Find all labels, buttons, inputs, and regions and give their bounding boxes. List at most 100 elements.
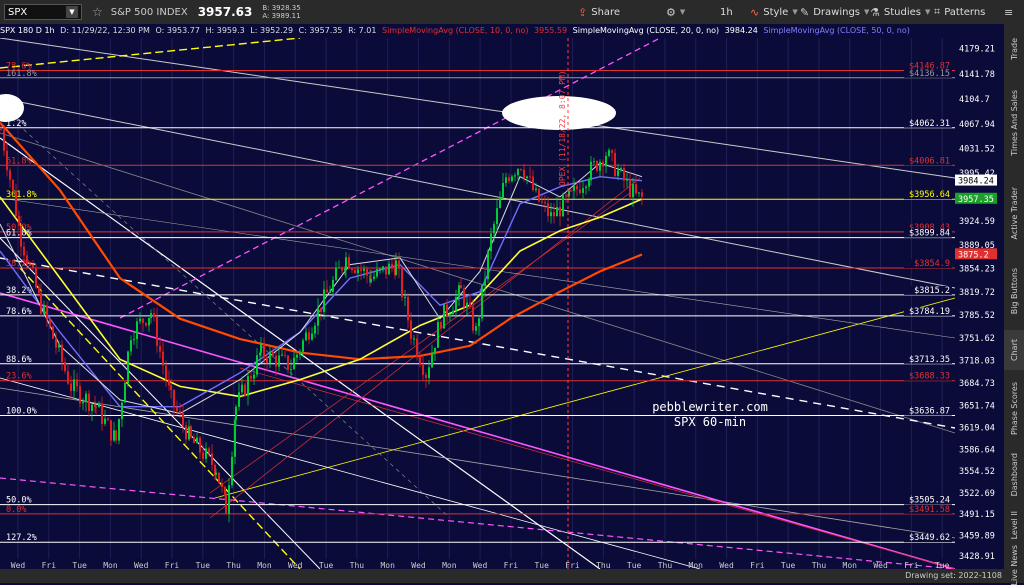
gear-button[interactable]: ⚙ ▼ (666, 6, 685, 19)
sma10-label[interactable]: SimpleMovingAvg (CLOSE, 10, 0, no) (382, 26, 529, 35)
level-value-label: $4136.15 (909, 69, 950, 79)
candle-body (162, 351, 164, 366)
chart-title: SPX 180 D 1h (0, 26, 55, 35)
candle-body (190, 426, 192, 437)
candle-body (32, 264, 34, 269)
time-tick-label: Wed (473, 561, 488, 569)
chevron-down-icon[interactable]: ▼ (66, 6, 78, 18)
candle-body (113, 430, 115, 441)
candle-body (611, 150, 613, 153)
time-tick-label: Tue (534, 561, 549, 569)
level-value-label: $4006.81 (909, 156, 950, 166)
candle-body (133, 339, 135, 341)
candle-body (208, 448, 210, 454)
candle-body (517, 169, 519, 176)
candle-body (582, 188, 584, 193)
candle-body (481, 285, 483, 319)
tab-chart[interactable]: Chart (1004, 330, 1024, 370)
candle-body (121, 402, 123, 420)
tab-phase-scores[interactable]: Phase Scores (1004, 374, 1024, 444)
price-tick-label: 4031.52 (959, 145, 995, 155)
price-chart[interactable]: $4146.8778.6%$4136.15161.8%$4062.311.2%$… (0, 38, 1004, 569)
tab-live-news[interactable]: Live News (1004, 545, 1024, 585)
sma50-badge: 3875.2 (958, 250, 989, 260)
level-value-label: $3854.9 (914, 259, 950, 269)
tab-times-and-sales[interactable]: Times And Sales (1004, 78, 1024, 168)
patterns-label: Patterns (944, 6, 986, 18)
level-fib-label: 61.8% (6, 156, 32, 166)
time-tick-label: Mon (103, 561, 118, 569)
candle-body (376, 269, 378, 277)
candle-body (64, 362, 66, 372)
symbol-selector[interactable]: SPX ▼ (4, 4, 82, 20)
tab-level-ii-label: Level II (1009, 510, 1019, 540)
tab-phase-scores-label: Phase Scores (1009, 382, 1019, 436)
sma20-label[interactable]: SimpleMovingAvg (CLOSE, 20, 0, no) (573, 26, 720, 35)
patterns-button[interactable]: ⌗ Patterns (934, 5, 985, 19)
level-fib-label: 38.2% (6, 286, 32, 296)
tab-dashboard[interactable]: Dashboard (1004, 448, 1024, 502)
candle-body (401, 268, 403, 298)
candle-body (293, 357, 295, 370)
candle-body (458, 285, 460, 298)
candle-body (373, 276, 375, 279)
candle-body (416, 338, 418, 357)
candle-body (487, 251, 489, 280)
candle-body (73, 379, 75, 392)
candle-body (9, 170, 11, 180)
right-sidebar: Trade Times And Sales Active Trader Big … (1003, 24, 1024, 585)
candle-body (317, 307, 319, 326)
candle-body (496, 208, 498, 225)
candle-body (351, 268, 353, 270)
tab-active-trader[interactable]: Active Trader (1004, 174, 1024, 252)
tab-level-ii[interactable]: Level II (1004, 506, 1024, 544)
candle-body (565, 195, 567, 197)
level-fib-label: 127.2% (6, 533, 37, 543)
candle-body (638, 192, 640, 194)
drawing-set-label[interactable]: Drawing set: 2022-1108 (905, 569, 1002, 583)
bid-ask: B: 3928.35 A: 3989.11 (262, 4, 300, 20)
candle-body (153, 313, 155, 317)
bar-close: C: 3957.35 (298, 26, 343, 35)
candle-body (590, 161, 592, 181)
candle-body (329, 292, 331, 294)
share-button[interactable]: ⇪ Share (578, 6, 620, 19)
style-button[interactable]: ∿ Style ▼ (750, 6, 798, 19)
tab-trade[interactable]: Trade (1004, 24, 1024, 74)
tab-dashboard-label: Dashboard (1009, 453, 1019, 497)
time-tick-label: Wed (411, 561, 426, 569)
candle-body (185, 425, 187, 440)
candle-body (235, 406, 237, 420)
interval-selector[interactable]: 1h (720, 7, 733, 18)
candle-body (354, 269, 356, 274)
candle-body (446, 304, 448, 317)
studies-button[interactable]: ⚗ Studies ▼ (870, 6, 930, 19)
candle-body (514, 175, 516, 177)
last-price-badge: 3957.35 (958, 195, 994, 205)
candle-body (529, 176, 531, 178)
candle-body (136, 321, 138, 340)
menu-button[interactable]: ≡ (1004, 6, 1013, 19)
candle-body (593, 161, 595, 163)
sma50-label[interactable]: SimpleMovingAvg (CLOSE, 50, 0, no) (763, 26, 910, 35)
candle-body (302, 340, 304, 352)
candle-body (620, 168, 622, 171)
candle-body (6, 150, 8, 171)
candle-body (278, 355, 280, 367)
tab-big-buttons[interactable]: Big Buttons (1004, 256, 1024, 326)
candle-body (0, 129, 2, 131)
candle-body (247, 376, 249, 396)
candle-body (159, 346, 161, 352)
candle-body (472, 306, 474, 331)
interval-label: 1h (720, 6, 733, 18)
candle-body (253, 374, 255, 379)
drawings-button[interactable]: ✎ Drawings ▼ (800, 6, 869, 19)
price-tick-label: 3854.23 (959, 265, 995, 275)
star-icon[interactable]: ☆ (92, 5, 103, 19)
sma10-value: 3955.59 (534, 26, 568, 35)
candle-body (67, 371, 69, 384)
candle-body (91, 404, 93, 411)
candle-body (385, 266, 387, 275)
candle-body (130, 340, 132, 352)
tab-big-buttons-label: Big Buttons (1009, 267, 1019, 315)
